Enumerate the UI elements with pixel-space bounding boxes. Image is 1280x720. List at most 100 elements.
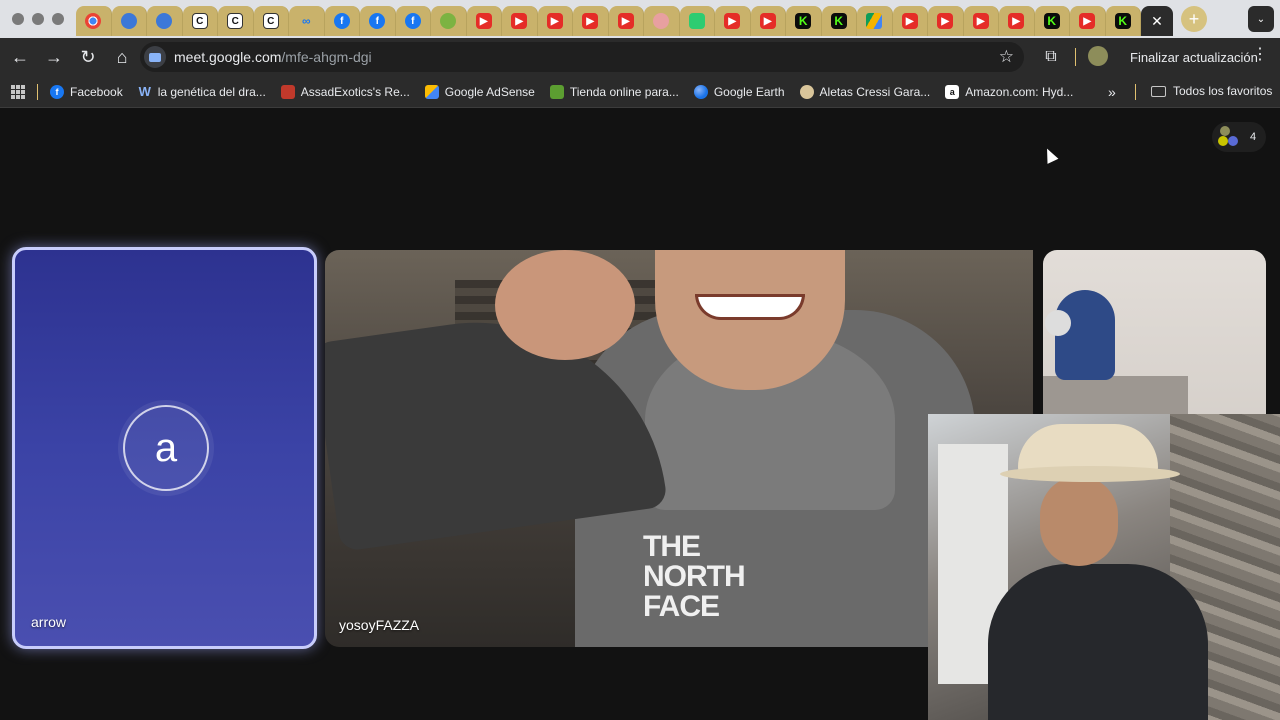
tab-24[interactable]: ▶ xyxy=(892,6,928,36)
tab-15[interactable]: ▶ xyxy=(573,6,609,36)
telegram-icon xyxy=(688,13,705,29)
back-button[interactable]: ← xyxy=(4,41,36,73)
bookmark-8[interactable]: a Amazon.com: Hyd... xyxy=(945,84,1073,99)
facebook-icon: f xyxy=(50,84,64,99)
tab-search-button[interactable]: ⌄ xyxy=(1248,6,1274,32)
earth-icon xyxy=(693,84,708,99)
tab-28[interactable]: K xyxy=(1034,6,1070,36)
bookmarks-divider xyxy=(37,83,38,100)
minimize-window-button[interactable] xyxy=(32,13,44,25)
tab-29[interactable]: ▶ xyxy=(1070,6,1106,36)
tab-9[interactable]: f xyxy=(360,6,396,36)
tab-20[interactable]: ▶ xyxy=(750,6,786,36)
bookmark-7[interactable]: Aletas Cressi Gara... xyxy=(799,84,930,99)
tab-7[interactable]: ∞ xyxy=(289,6,325,36)
update-button[interactable]: Finalizar actualización xyxy=(1120,42,1268,72)
bookmarks-bar: f Facebook Wla genética del dra... AssadExo… xyxy=(0,76,1280,108)
forward-button[interactable]: → xyxy=(38,41,70,73)
tab-30[interactable]: K xyxy=(1105,6,1141,36)
more-bookmarks-icon[interactable]: » xyxy=(1108,84,1116,100)
home-button[interactable]: ⌂ xyxy=(106,41,138,73)
plush-toy xyxy=(1055,290,1115,380)
drive-icon xyxy=(866,13,883,29)
youtube-icon: ▶ xyxy=(1008,13,1025,29)
tab-2[interactable] xyxy=(111,6,147,36)
tab-27[interactable]: ▶ xyxy=(999,6,1035,36)
reload-button[interactable]: ↻ xyxy=(72,41,104,73)
site-info-icon[interactable] xyxy=(144,46,166,68)
tab-4[interactable]: C xyxy=(182,6,218,36)
bookmark-3[interactable]: AssadExotics's Re... xyxy=(280,84,410,99)
pink-icon xyxy=(653,13,670,29)
bookmarks-divider-right xyxy=(1135,84,1136,100)
tab-17[interactable] xyxy=(644,6,680,36)
all-bookmarks-button[interactable]: Todos los favoritos xyxy=(1151,84,1272,98)
assad-icon xyxy=(280,84,295,99)
tab-26[interactable]: ▶ xyxy=(963,6,999,36)
tab-10[interactable]: f xyxy=(395,6,431,36)
url-path: /mfe-ahgm-dgi xyxy=(281,49,372,65)
bookmark-6[interactable]: Google Earth xyxy=(693,84,785,99)
tab-8[interactable]: f xyxy=(324,6,360,36)
chrome-menu-icon[interactable]: ⋮ xyxy=(1252,44,1268,64)
tab-23[interactable] xyxy=(857,6,893,36)
person-face xyxy=(1040,476,1118,566)
person-smile xyxy=(695,294,805,320)
tab-13[interactable]: ▶ xyxy=(502,6,538,36)
youtube-icon: ▶ xyxy=(972,13,989,29)
tab-25[interactable]: ▶ xyxy=(928,6,964,36)
close-tab-icon[interactable]: ✕ xyxy=(1151,13,1163,30)
url-text[interactable]: meet.google.com/mfe-ahgm-dgi xyxy=(174,49,372,65)
tab-strip: C C C ∞ f f f ▶ ▶ ▶ ▶ ▶ ▶ ▶ K K ▶ ▶ ▶ ▶ K ▶ K ✕ + ⌄ xyxy=(0,0,1280,38)
tab-3[interactable] xyxy=(147,6,183,36)
person-hand xyxy=(495,250,635,360)
tab-19[interactable]: ▶ xyxy=(715,6,751,36)
toolbar-divider xyxy=(1075,48,1076,66)
tab-12[interactable]: ▶ xyxy=(466,6,502,36)
amazon-icon: a xyxy=(945,84,960,99)
chrome-icon xyxy=(85,13,102,29)
tab-5[interactable]: C xyxy=(218,6,254,36)
hat-brim xyxy=(1000,466,1180,482)
youtube-icon: ▶ xyxy=(582,13,599,29)
new-tab-button[interactable]: + xyxy=(1181,6,1207,32)
kick-icon: K xyxy=(795,13,812,29)
facebook-icon: f xyxy=(333,13,350,29)
bookmark-list: f Facebook Wla genética del dra... AssadExo… xyxy=(50,84,1088,99)
avatar-ring: a xyxy=(118,400,214,496)
apps-grid-icon[interactable] xyxy=(11,84,25,99)
address-bar[interactable]: meet.google.com/mfe-ahgm-dgi ☆ xyxy=(140,42,1024,72)
c-icon: C xyxy=(227,13,244,29)
tab-14[interactable]: ▶ xyxy=(537,6,573,36)
tab-21[interactable]: K xyxy=(786,6,822,36)
participants-chip[interactable]: 4 xyxy=(1212,122,1266,152)
bookmark-star-icon[interactable]: ☆ xyxy=(999,47,1014,67)
profile-avatar[interactable] xyxy=(1088,46,1108,66)
bookmark-2[interactable]: Wla genética del dra... xyxy=(138,84,266,99)
bookmark-label: Facebook xyxy=(70,84,123,99)
youtube-icon: ▶ xyxy=(546,13,563,29)
tab-1[interactable] xyxy=(76,6,112,36)
tab-16[interactable]: ▶ xyxy=(608,6,644,36)
bookmark-label: AssadExotics's Re... xyxy=(300,84,410,99)
tab-18[interactable] xyxy=(679,6,715,36)
bookmark-label: la genética del dra... xyxy=(157,84,266,99)
youtube-icon: ▶ xyxy=(724,13,741,29)
kick-icon: K xyxy=(1114,13,1131,29)
tabs: C C C ∞ f f f ▶ ▶ ▶ ▶ ▶ ▶ ▶ K K ▶ ▶ ▶ ▶ K ▶ K ✕ xyxy=(76,0,1173,38)
zoom-window-button[interactable] xyxy=(52,13,64,25)
tab-11[interactable] xyxy=(431,6,467,36)
tab-active[interactable]: ✕ xyxy=(1141,6,1173,36)
participant-tile-main[interactable]: THE NORTH FACE yosoyFAZZA xyxy=(325,250,1033,647)
tab-22[interactable]: K xyxy=(821,6,857,36)
bookmark-1[interactable]: f Facebook xyxy=(50,84,123,99)
youtube-icon: ▶ xyxy=(937,13,954,29)
self-view-video[interactable] xyxy=(928,414,1280,720)
participant-tile-arrow[interactable]: a arrow xyxy=(12,247,317,649)
extensions-icon[interactable]: ⧉ xyxy=(1040,42,1062,72)
tab-6[interactable]: C xyxy=(253,6,289,36)
person-body xyxy=(988,564,1208,720)
bookmark-5[interactable]: Tienda online para... xyxy=(549,84,679,99)
bookmark-4[interactable]: Google AdSense xyxy=(424,84,535,99)
close-window-button[interactable] xyxy=(12,13,24,25)
